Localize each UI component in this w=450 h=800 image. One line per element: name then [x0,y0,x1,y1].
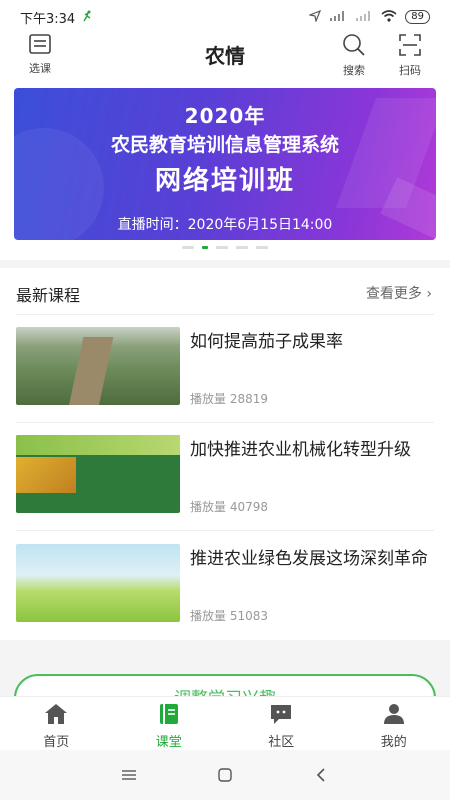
course-item[interactable]: 如何提高茄子成果率 播放量 28819 [16,327,434,407]
course-play-count: 播放量 51083 [190,609,268,623]
app-header: 选课 农情 搜索 扫码 [0,34,450,77]
nav-label-community: 社区 [268,735,295,750]
pagination-dot[interactable] [216,246,228,249]
back-icon[interactable] [311,765,331,785]
banner-subheading: 网络培训班 [154,166,295,196]
wifi-icon [381,9,397,25]
scan-icon [399,34,421,60]
status-icons: 89 [308,9,430,25]
pagination-dot[interactable] [182,246,194,249]
divider [16,530,434,531]
nav-item-classroom[interactable]: 课堂 [113,697,226,750]
course-title: 推进农业绿色发展这场深刻革命 [190,549,428,569]
home-icon [44,703,68,729]
course-item[interactable]: 推进农业绿色发展这场深刻革命 播放量 51083 [16,544,434,624]
home-square-icon[interactable] [215,765,235,785]
pagination-dot[interactable] [236,246,248,249]
nav-label-home: 首页 [43,735,70,750]
course-thumbnail [16,435,180,513]
pagination-dot-active[interactable] [202,246,208,249]
book-icon [158,703,180,729]
signal-icon [329,10,347,25]
banner-year: 2020年 [184,104,266,128]
bottom-navigation: 首页 课堂 社区 我的 [0,696,450,750]
nav-item-community[interactable]: 社区 [225,697,338,750]
course-item[interactable]: 加快推进农业机械化转型升级 播放量 40798 [16,435,434,515]
divider [16,314,434,315]
battery-indicator: 89 [405,10,430,24]
menu-icon[interactable] [119,765,139,785]
nav-item-profile[interactable]: 我的 [338,697,450,750]
location-icon [308,9,322,25]
banner-live-time: 直播时间：2020年6月15日14:00 [117,217,333,233]
course-play-count: 播放量 28819 [190,392,268,406]
search-label: 搜索 [343,64,365,77]
scan-label: 扫码 [399,64,421,77]
pagination-dot[interactable] [256,246,268,249]
nav-label-classroom: 课堂 [155,735,182,750]
runner-icon [81,10,93,25]
status-bar: 下午3:34 89 [0,0,450,34]
course-thumbnail [16,544,180,622]
chat-icon [269,703,293,729]
course-thumbnail [16,327,180,405]
view-more-link[interactable]: 查看更多 › [366,283,432,303]
status-time: 下午3:34 [20,11,76,27]
section-title: 最新课程 [16,286,81,305]
search-button[interactable]: 搜索 [332,34,376,77]
search-icon [342,34,366,60]
divider [16,422,434,423]
course-play-count: 播放量 40798 [190,500,268,514]
page-title: 农情 [205,44,245,68]
system-navigation-bar [0,750,450,800]
banner-heading: 农民教育培训信息管理系统 [110,134,339,156]
scan-button[interactable]: 扫码 [388,34,432,77]
section-divider [0,260,450,268]
promo-banner[interactable]: 2020年 农民教育培训信息管理系统 网络培训班 直播时间：2020年6月15日… [14,88,436,240]
profile-icon [382,703,406,729]
nav-label-profile: 我的 [380,735,407,750]
course-title: 加快推进农业机械化转型升级 [190,440,411,460]
course-title: 如何提高茄子成果率 [190,332,343,352]
signal-icon-2 [355,10,373,25]
nav-item-home[interactable]: 首页 [0,697,113,750]
banner-pagination [0,246,450,249]
